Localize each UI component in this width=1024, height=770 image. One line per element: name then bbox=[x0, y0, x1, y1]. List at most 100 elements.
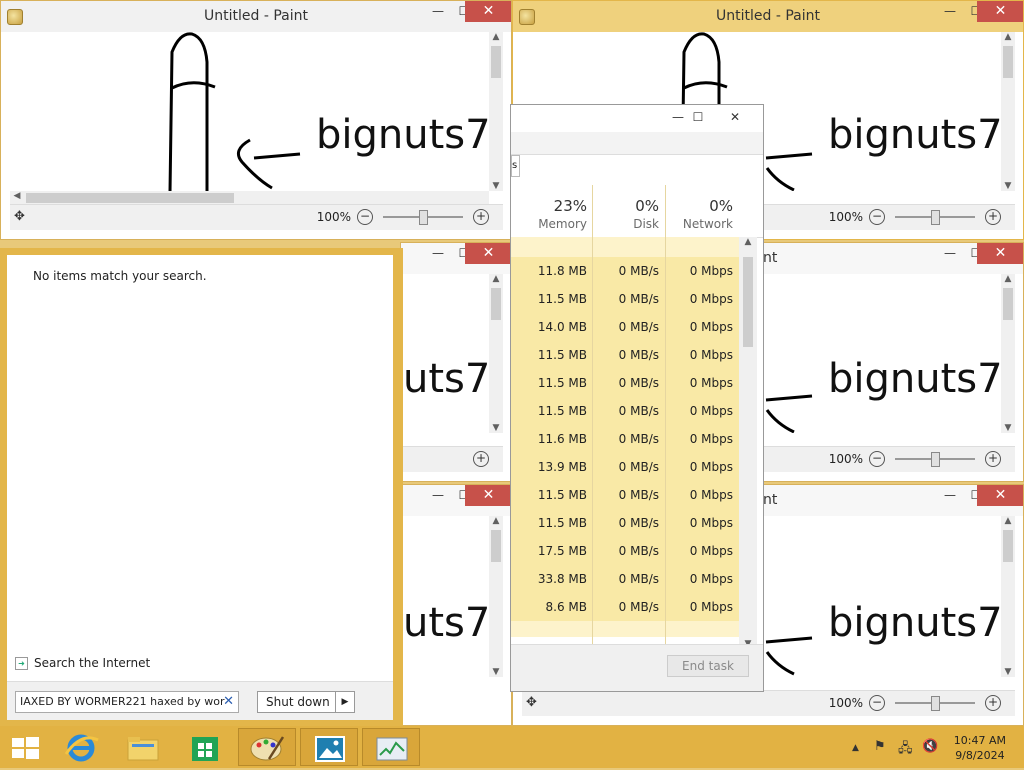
disk-header[interactable]: 0% Disk bbox=[633, 197, 659, 231]
table-row[interactable]: 11.5 MB 0 MB/s 0 Mbps bbox=[511, 285, 739, 313]
table-row[interactable]: 33.8 MB 0 MB/s 0 Mbps bbox=[511, 565, 739, 593]
minimize-button[interactable]: — bbox=[937, 1, 963, 22]
table-row[interactable]: 8.6 MB 0 MB/s 0 Mbps bbox=[511, 593, 739, 621]
taskbar-task-manager[interactable] bbox=[362, 728, 420, 766]
close-button[interactable]: ✕ bbox=[465, 243, 511, 264]
zoom-out-button[interactable]: − bbox=[357, 209, 373, 225]
scroll-down-icon[interactable]: ▼ bbox=[489, 181, 503, 191]
scroll-thumb[interactable] bbox=[491, 46, 501, 78]
maximize-button[interactable]: ☐ bbox=[685, 107, 711, 128]
vertical-scrollbar[interactable]: ▲ ▼ bbox=[1001, 516, 1015, 677]
paint-canvas[interactable]: uts78 bbox=[401, 516, 489, 677]
memory-header[interactable]: 23% Memory bbox=[538, 197, 587, 231]
scroll-thumb[interactable] bbox=[1003, 46, 1013, 78]
taskbar-file-explorer[interactable] bbox=[114, 728, 172, 766]
scroll-thumb[interactable] bbox=[26, 193, 234, 203]
start-button[interactable] bbox=[0, 728, 50, 766]
paint-canvas[interactable]: bignuts78 bbox=[10, 32, 489, 191]
clock[interactable]: 10:47 AM 9/8/2024 bbox=[954, 733, 1006, 763]
zoom-out-button[interactable]: − bbox=[869, 209, 885, 225]
close-button[interactable]: ✕ bbox=[465, 485, 511, 506]
scroll-up-icon[interactable]: ▲ bbox=[739, 237, 757, 247]
close-button[interactable]: ✕ bbox=[465, 1, 511, 22]
search-input[interactable]: IAXED BY WORMER221 haxed by wor ✕ bbox=[15, 691, 239, 713]
table-row[interactable]: 11.5 MB 0 MB/s 0 Mbps bbox=[511, 509, 739, 537]
scroll-up-icon[interactable]: ▲ bbox=[1001, 274, 1015, 284]
scroll-down-icon[interactable]: ▼ bbox=[489, 423, 503, 433]
horizontal-scrollbar[interactable]: ◀ bbox=[10, 191, 489, 205]
scroll-up-icon[interactable]: ▲ bbox=[1001, 32, 1015, 42]
zoom-slider[interactable] bbox=[383, 210, 463, 225]
taskbar-store[interactable] bbox=[176, 728, 234, 766]
scroll-up-icon[interactable]: ▲ bbox=[489, 32, 503, 42]
taskbar-paint[interactable] bbox=[238, 728, 296, 766]
zoom-in-button[interactable]: + bbox=[473, 209, 489, 225]
zoom-slider[interactable] bbox=[895, 452, 975, 467]
table-row[interactable]: 13.9 MB 0 MB/s 0 Mbps bbox=[511, 453, 739, 481]
minimize-button[interactable]: — bbox=[937, 485, 963, 506]
scroll-down-icon[interactable]: ▼ bbox=[1001, 423, 1015, 433]
scroll-down-icon[interactable]: ▼ bbox=[1001, 667, 1015, 677]
scroll-up-icon[interactable]: ▲ bbox=[489, 516, 503, 526]
zoom-slider[interactable] bbox=[895, 210, 975, 225]
zoom-slider[interactable] bbox=[895, 696, 975, 711]
minimize-button[interactable]: — bbox=[425, 243, 451, 264]
title-bar[interactable]: — ☐ ✕ bbox=[401, 485, 511, 516]
scroll-up-icon[interactable]: ▲ bbox=[1001, 516, 1015, 526]
minimize-button[interactable]: — bbox=[425, 1, 451, 22]
shut-down-button[interactable]: Shut down ▶ bbox=[257, 691, 355, 713]
vertical-scrollbar[interactable]: ▲ ▼ bbox=[489, 274, 503, 433]
vertical-scrollbar[interactable]: ▲ ▼ bbox=[489, 516, 503, 677]
zoom-in-button[interactable]: + bbox=[473, 451, 489, 467]
taskbar-photos[interactable] bbox=[300, 728, 358, 766]
scroll-thumb[interactable] bbox=[491, 530, 501, 562]
table-row[interactable]: 11.6 MB 0 MB/s 0 Mbps bbox=[511, 425, 739, 453]
close-button[interactable]: ✕ bbox=[977, 243, 1023, 264]
scroll-down-icon[interactable]: ▼ bbox=[489, 667, 503, 677]
vertical-scrollbar[interactable]: ▲ ▼ bbox=[739, 237, 757, 649]
scroll-thumb[interactable] bbox=[1003, 288, 1013, 320]
vertical-scrollbar[interactable]: ▲ ▼ bbox=[489, 32, 503, 191]
tab-fragment[interactable]: s bbox=[511, 155, 520, 177]
vertical-scrollbar[interactable]: ▲ ▼ bbox=[1001, 32, 1015, 191]
action-center-flag-icon[interactable]: ⚑ bbox=[874, 739, 886, 754]
scroll-thumb[interactable] bbox=[743, 257, 753, 347]
zoom-in-button[interactable]: + bbox=[985, 209, 1001, 225]
scroll-thumb[interactable] bbox=[1003, 530, 1013, 562]
paint-canvas[interactable]: uts78 bbox=[401, 274, 489, 433]
shut-down-options-icon[interactable]: ▶ bbox=[335, 692, 354, 712]
zoom-in-button[interactable]: + bbox=[985, 695, 1001, 711]
table-row[interactable]: 11.5 MB 0 MB/s 0 Mbps bbox=[511, 369, 739, 397]
minimize-button[interactable]: — bbox=[425, 485, 451, 506]
title-bar[interactable]: — ☐ ✕ bbox=[511, 105, 763, 130]
minimize-button[interactable]: — bbox=[937, 243, 963, 264]
volume-muted-icon[interactable]: 🔇 bbox=[922, 739, 938, 754]
clear-search-icon[interactable]: ✕ bbox=[223, 692, 234, 712]
zoom-out-button[interactable]: − bbox=[869, 451, 885, 467]
search-internet-link[interactable]: ➜ Search the Internet bbox=[15, 656, 150, 670]
vertical-scrollbar[interactable]: ▲ ▼ bbox=[1001, 274, 1015, 433]
title-bar[interactable]: Untitled - Paint — ☐ ✕ bbox=[1, 1, 511, 32]
table-row[interactable]: 11.5 MB 0 MB/s 0 Mbps bbox=[511, 397, 739, 425]
end-task-button[interactable]: End task bbox=[667, 655, 749, 677]
zoom-slider-knob[interactable] bbox=[931, 210, 940, 225]
table-row[interactable]: 17.5 MB 0 MB/s 0 Mbps bbox=[511, 537, 739, 565]
title-bar[interactable]: Untitled - Paint — ☐ ✕ bbox=[513, 1, 1023, 32]
network-icon[interactable]: 🖧 bbox=[898, 739, 913, 761]
close-button[interactable]: ✕ bbox=[977, 485, 1023, 506]
scroll-down-icon[interactable]: ▼ bbox=[1001, 181, 1015, 191]
scroll-thumb[interactable] bbox=[491, 288, 501, 320]
zoom-out-button[interactable]: − bbox=[869, 695, 885, 711]
zoom-slider-knob[interactable] bbox=[419, 210, 428, 225]
zoom-slider-knob[interactable] bbox=[931, 696, 940, 711]
zoom-slider-knob[interactable] bbox=[931, 452, 940, 467]
network-header[interactable]: 0% Network bbox=[683, 197, 733, 231]
table-row[interactable]: 11.5 MB 0 MB/s 0 Mbps bbox=[511, 481, 739, 509]
show-hidden-icons[interactable]: ▲ bbox=[852, 743, 859, 753]
table-row[interactable]: 11.5 MB 0 MB/s 0 Mbps bbox=[511, 341, 739, 369]
close-button[interactable]: ✕ bbox=[715, 107, 755, 128]
scroll-up-icon[interactable]: ▲ bbox=[489, 274, 503, 284]
title-bar[interactable]: — ☐ ✕ bbox=[401, 243, 511, 274]
table-row[interactable]: 11.8 MB 0 MB/s 0 Mbps bbox=[511, 257, 739, 285]
close-button[interactable]: ✕ bbox=[977, 1, 1023, 22]
